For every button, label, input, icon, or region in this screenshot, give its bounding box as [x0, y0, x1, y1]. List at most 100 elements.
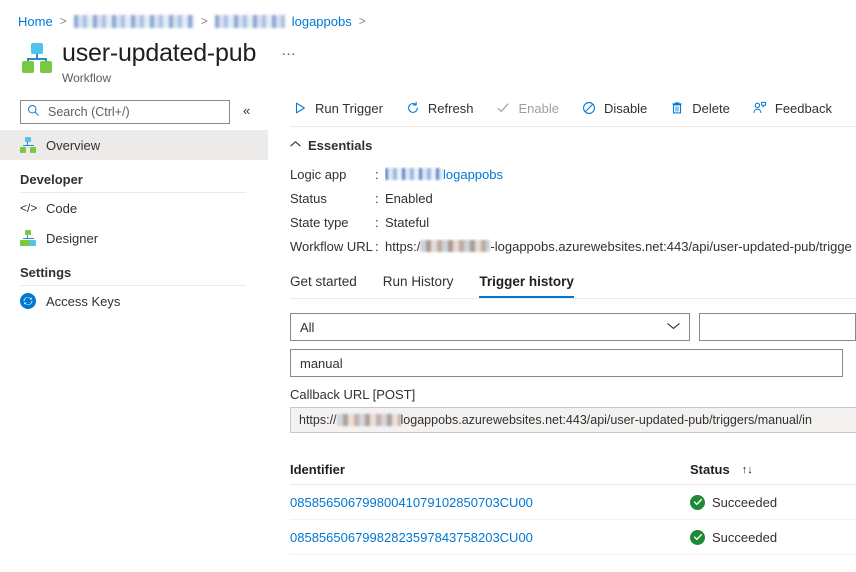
feedback-label: Feedback	[774, 100, 832, 116]
identifier-link[interactable]: 08585650679982823597843758203CU00	[290, 530, 533, 545]
sidebar-item-designer[interactable]: Designer	[0, 223, 268, 253]
sort-icon: ↑↓	[741, 463, 753, 476]
page-header: user-updated-pub Workflow	[20, 38, 256, 85]
breadcrumb: Home > > logappobs >	[18, 12, 366, 30]
property-workflow-url: Workflow URL : https:/ -logappobs.azurewe…	[290, 234, 856, 258]
access-keys-icon	[20, 293, 36, 309]
table-cell-status: Succeeded	[690, 494, 856, 510]
delete-label: Delete	[692, 100, 730, 116]
tab-get-started[interactable]: Get started	[290, 274, 357, 298]
success-check-icon	[690, 494, 705, 510]
callback-url-suffix: logappobs.azurewebsites.net:443/api/user…	[400, 413, 812, 427]
status-filter-select[interactable]: All	[290, 313, 690, 341]
property-value: Enabled	[385, 190, 433, 206]
trash-icon	[669, 100, 685, 116]
sidebar-search	[20, 100, 230, 124]
callback-url-field[interactable]: https:// logappobs.azurewebsites.net:443/…	[290, 407, 856, 433]
url-suffix: -logappobs.azurewebsites.net:443/api/use…	[490, 238, 852, 254]
status-text: Succeeded	[712, 494, 778, 510]
code-icon: </>	[20, 201, 38, 215]
table-cell-identifier: 08585650679980041079102850703CU00	[290, 495, 690, 510]
checkmark-icon	[495, 100, 511, 116]
property-status: Status : Enabled	[290, 186, 856, 210]
sidebar-collapse-button[interactable]: «	[243, 103, 250, 118]
sidebar: « Overview Developer </> Code Des	[0, 96, 268, 572]
redacted-text	[385, 167, 443, 180]
feedback-button[interactable]: Feedback	[750, 92, 842, 124]
trigger-history-table: Identifier Status ↑↓ 0858565067998004107…	[290, 455, 856, 555]
sidebar-item-label: Code	[46, 200, 78, 216]
status-text: Succeeded	[712, 529, 778, 545]
chevron-up-icon	[290, 139, 301, 151]
disable-label: Disable	[603, 100, 648, 116]
column-header-status[interactable]: Status ↑↓	[690, 462, 856, 477]
breadcrumb-separator: >	[59, 14, 67, 28]
refresh-label: Refresh	[427, 100, 474, 116]
breadcrumb-logapp[interactable]: logappobs	[292, 14, 352, 29]
search-input[interactable]	[46, 104, 223, 120]
logic-app-name: logappobs	[443, 166, 503, 182]
property-colon: :	[375, 190, 379, 206]
breadcrumb-redacted-subscription[interactable]	[73, 14, 194, 28]
table-cell-identifier: 08585650679982823597843758203CU00	[290, 530, 690, 545]
page-title: user-updated-pub	[62, 39, 257, 67]
property-logic-app: Logic app : logappobs	[290, 162, 856, 186]
tab-trigger-history[interactable]: Trigger history	[479, 274, 574, 298]
essentials-toggle[interactable]: Essentials	[268, 132, 856, 158]
divider	[290, 298, 856, 299]
trigger-name-input[interactable]: manual	[290, 349, 843, 377]
delete-button[interactable]: Delete	[667, 92, 740, 124]
success-check-icon	[690, 529, 705, 545]
enable-label: Enable	[518, 100, 559, 116]
property-value[interactable]: logappobs	[385, 167, 503, 182]
sidebar-item-code[interactable]: </> Code	[0, 193, 268, 223]
redacted-text	[336, 414, 401, 426]
property-colon: :	[375, 214, 379, 230]
run-trigger-button[interactable]: Run Trigger	[290, 92, 393, 124]
table-cell-status: Succeeded	[690, 529, 856, 545]
disable-button[interactable]: Disable	[579, 92, 657, 124]
azure-portal-page: Home > > logappobs > user-updated-pub Wo…	[0, 0, 856, 572]
table-row[interactable]: 08585650679980041079102850703CU00 Succee…	[290, 485, 856, 520]
redacted-text	[420, 239, 491, 252]
property-key: Workflow URL	[290, 238, 373, 254]
breadcrumb-redacted-resource[interactable]	[214, 14, 285, 28]
table-row[interactable]: 08585650679982823597843758203CU00 Succee…	[290, 520, 856, 555]
sidebar-item-label: Designer	[46, 230, 99, 246]
designer-icon	[20, 230, 36, 246]
secondary-filter-input[interactable]	[698, 313, 856, 341]
property-value: Stateful	[385, 214, 430, 230]
sidebar-item-access-keys[interactable]: Access Keys	[0, 286, 268, 316]
property-key: Status	[290, 190, 327, 206]
column-header-identifier[interactable]: Identifier	[290, 462, 690, 477]
callback-url-prefix: https://	[299, 413, 337, 427]
command-bar: Run Trigger Refresh Enable Disable Delet…	[268, 92, 856, 124]
refresh-button[interactable]: Refresh	[403, 92, 484, 124]
sidebar-section-developer: Developer	[20, 172, 83, 187]
workflow-icon	[20, 42, 54, 76]
trigger-name-value: manual	[300, 355, 343, 371]
essentials-label: Essentials	[308, 137, 373, 153]
identifier-link[interactable]: 08585650679980041079102850703CU00	[290, 495, 533, 510]
property-colon: :	[375, 166, 379, 182]
chevron-down-icon	[666, 321, 680, 333]
person-feedback-icon	[752, 100, 768, 116]
filter-bar: All	[268, 313, 856, 341]
sidebar-item-label: Access Keys	[46, 293, 121, 309]
sidebar-section-settings: Settings	[20, 265, 72, 280]
property-key: State type	[290, 214, 349, 230]
url-prefix: https:/	[385, 238, 421, 254]
divider	[290, 126, 856, 127]
breadcrumb-home[interactable]: Home	[18, 14, 53, 29]
sidebar-nav-list: Overview Developer </> Code Designer Set…	[0, 130, 268, 316]
more-options-button[interactable]: …	[281, 43, 297, 58]
breadcrumb-separator: >	[200, 14, 208, 28]
callback-url-label: Callback URL [POST]	[290, 387, 416, 402]
sidebar-item-overview[interactable]: Overview	[0, 130, 268, 160]
status-filter-value: All	[300, 319, 315, 335]
enable-button: Enable	[493, 92, 568, 124]
essentials-properties: Logic app : logappobs Status : Enabled S…	[268, 162, 856, 258]
table-header-row: Identifier Status ↑↓	[290, 455, 856, 485]
tab-run-history[interactable]: Run History	[383, 274, 454, 298]
property-value: https:/ -logappobs.azurewebsites.net:443/…	[385, 239, 852, 254]
